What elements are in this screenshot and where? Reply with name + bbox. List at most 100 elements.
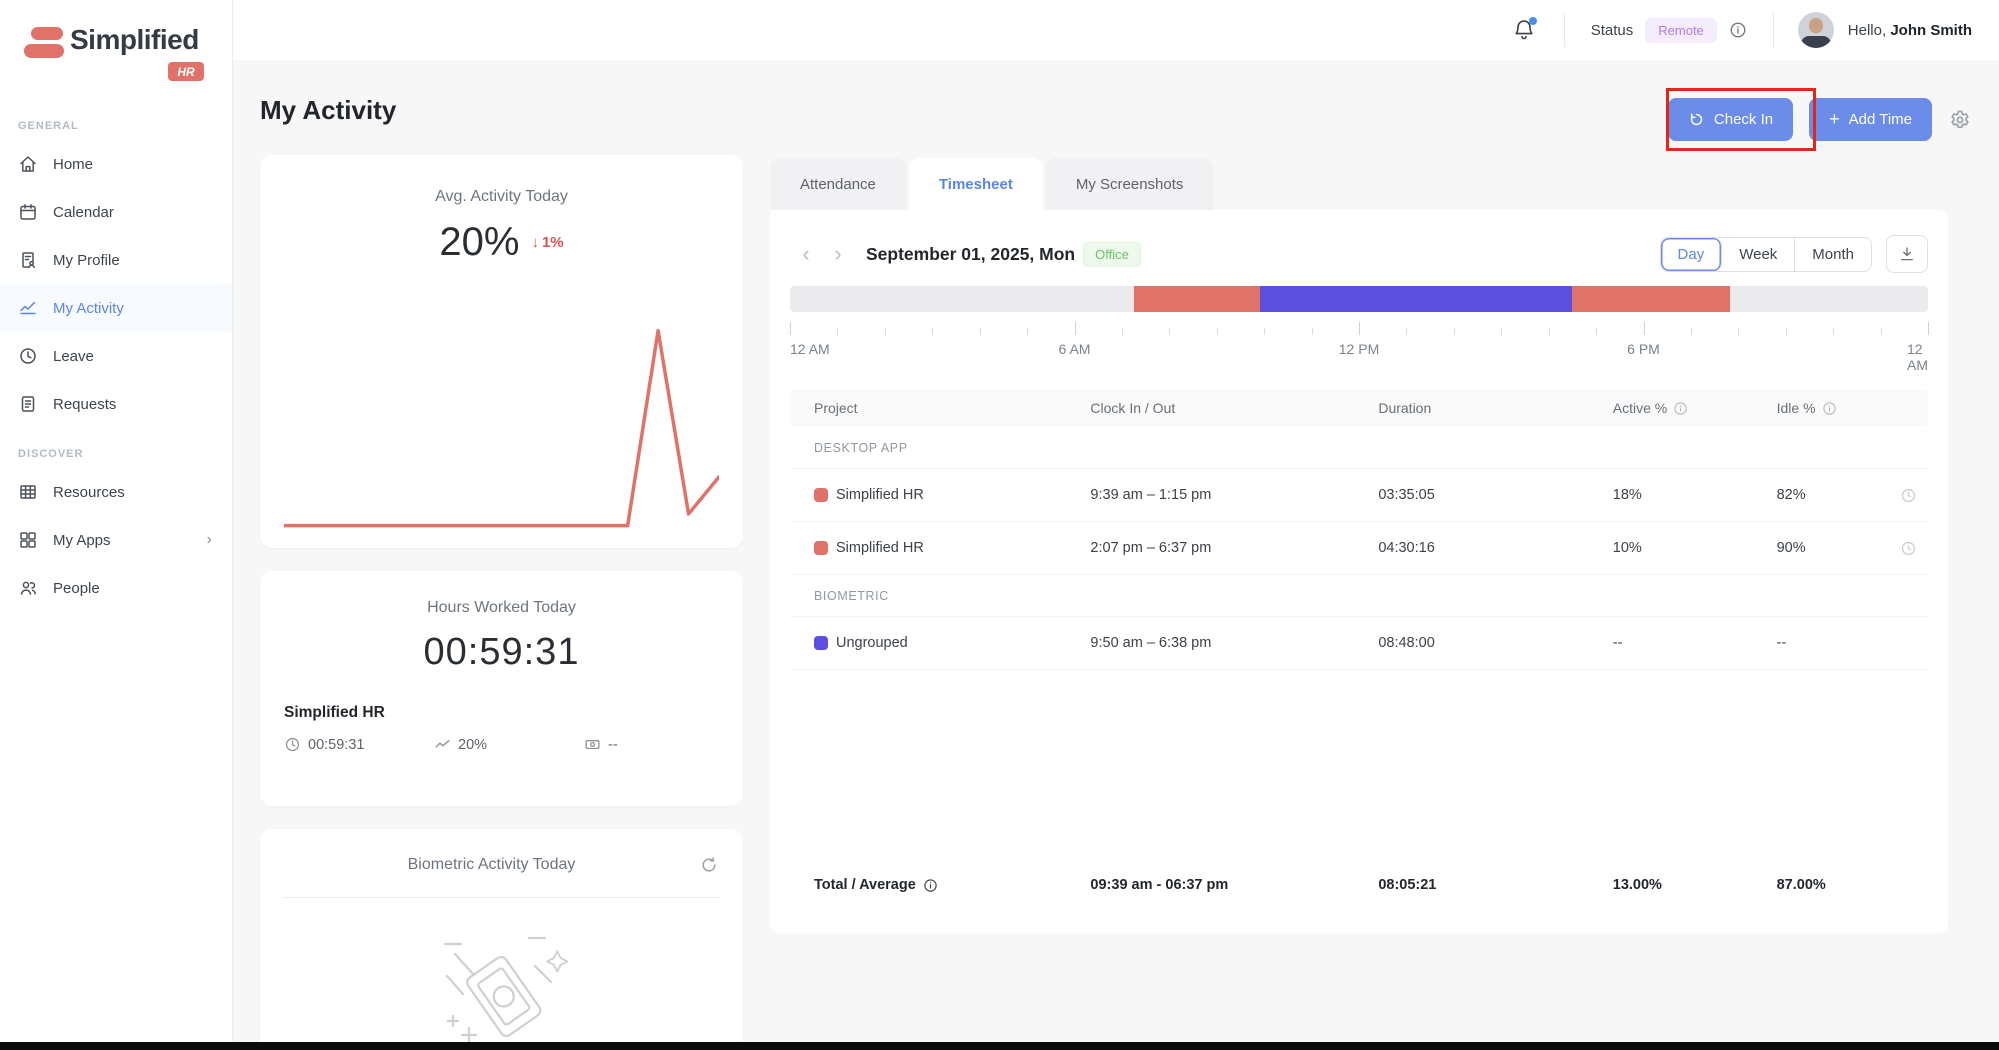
sidebar-item-my-apps[interactable]: My Apps › [0,516,232,564]
office-badge: Office [1083,242,1141,267]
trend-icon [434,736,451,753]
sidebar-item-label: People [53,580,100,597]
clock-icon[interactable] [1900,540,1917,557]
clock-icon [284,736,301,753]
timeline-label: 6 PM [1627,341,1660,357]
timesheet-panel: ‹ › September 01, 2025, Mon Office Day W… [770,210,1948,933]
next-day-button[interactable]: › [822,238,854,270]
activity-sparkline-chart [284,320,719,532]
activity-icon [18,298,38,318]
notifications-bell-icon[interactable] [1512,17,1538,43]
timeline-label: 12 AM [790,341,830,357]
hours-worked-value: 00:59:31 [260,631,743,674]
requests-icon [18,394,38,414]
table-row[interactable]: Ungrouped 9:50 am – 6:38 pm 08:48:00 -- … [790,617,1928,670]
view-week-button[interactable]: Week [1722,238,1795,271]
avg-activity-delta: ↓1% [531,234,563,251]
sidebar-item-requests[interactable]: Requests [0,380,232,428]
logo-pill-icon [24,44,64,58]
people-icon [18,578,38,598]
topbar: Status Remote Hello, John Smith [233,0,1999,60]
sidebar-item-label: My Profile [53,252,120,269]
sidebar-item-resources[interactable]: Resources [0,468,232,516]
sidebar-item-label: Requests [53,396,116,413]
profile-icon [18,250,38,270]
refresh-icon[interactable] [699,855,719,875]
table-row[interactable]: Simplified HR 9:39 am – 1:15 pm 03:35:05… [790,469,1928,522]
biometric-activity-card: Biometric Activity Today [260,829,743,1050]
timeline-track [790,286,1928,312]
brand-name: Simplified [70,24,199,56]
status-badge[interactable]: Remote [1645,18,1717,43]
col-project: Project [790,400,1090,416]
timeline-label: 12 AM [1907,341,1928,373]
date-label: September 01, 2025, Mon [866,244,1075,265]
clock-icon [18,346,38,366]
clock-icon[interactable] [1900,487,1917,504]
arrow-down-icon: ↓ [531,234,539,251]
view-day-button[interactable]: Day [1661,238,1723,271]
timeline-labels: 12 AM 6 AM 12 PM 6 PM 12 AM [790,341,1928,361]
info-icon[interactable] [1673,401,1688,416]
tab-my-screenshots[interactable]: My Screenshots [1046,158,1214,210]
tab-bar: Attendance Timesheet My Screenshots [770,158,1948,210]
project-swatch [814,541,828,555]
project-swatch [814,636,828,650]
gear-icon[interactable] [1948,108,1972,132]
avg-activity-title: Avg. Activity Today [260,155,743,206]
project-earnings-stat: -- [584,736,618,753]
add-time-button[interactable]: + Add Time [1809,98,1932,141]
timeline-label: 12 PM [1339,341,1379,357]
sidebar-item-label: Resources [53,484,125,501]
table-header: Project Clock In / Out Duration Active %… [790,389,1928,427]
sidebar-section-discover: DISCOVER [18,448,232,460]
sidebar-item-home[interactable]: Home [0,140,232,188]
view-month-button[interactable]: Month [1795,238,1871,271]
sidebar: Simplified HR GENERAL Home Calendar My P… [0,0,233,1050]
info-icon[interactable] [1822,401,1837,416]
tab-attendance[interactable]: Attendance [770,158,906,210]
avg-activity-value: 20% [439,220,519,265]
divider [282,897,721,898]
app-window: Simplified HR GENERAL Home Calendar My P… [0,0,1999,1050]
greeting-text: Hello, John Smith [1848,22,1972,39]
view-switcher: Day Week Month [1660,237,1872,272]
page-title: My Activity [260,95,396,126]
project-swatch [814,488,828,502]
info-icon[interactable] [923,878,938,893]
hours-worked-card: Hours Worked Today 00:59:31 Simplified H… [260,571,743,806]
sidebar-item-label: Calendar [53,204,114,221]
prev-day-button[interactable]: ‹ [790,238,822,270]
home-icon [18,154,38,174]
table-footer: Total / Average 09:39 am - 06:37 pm 08:0… [790,863,1928,907]
check-in-button[interactable]: Check In [1668,98,1793,141]
apps-icon [18,530,38,550]
sidebar-item-my-activity[interactable]: My Activity [0,284,232,332]
sidebar-item-leave[interactable]: Leave [0,332,232,380]
chevron-right-icon: › [207,531,212,549]
user-menu[interactable]: Hello, John Smith [1774,12,1972,48]
project-name: Simplified HR [284,704,743,722]
hours-worked-title: Hours Worked Today [260,571,743,617]
tab-timesheet[interactable]: Timesheet [909,158,1043,210]
avg-activity-card: Avg. Activity Today 20% ↓1% [260,155,743,548]
table-row[interactable]: Simplified HR 2:07 pm – 6:37 pm 04:30:16… [790,522,1928,575]
sidebar-item-calendar[interactable]: Calendar [0,188,232,236]
sidebar-item-people[interactable]: People [0,564,232,612]
sidebar-item-label: Leave [53,348,94,365]
brand-hr-badge: HR [168,62,204,81]
download-button[interactable] [1886,235,1928,273]
info-icon[interactable] [1729,21,1747,39]
timeline-ticks [790,321,1928,335]
logo-pill-icon [31,27,63,40]
plus-icon: + [1829,109,1840,130]
section-biometric: BIOMETRIC [790,575,1928,617]
project-time-stat: 00:59:31 [284,736,434,753]
section-desktop-app: DESKTOP APP [790,427,1928,469]
download-icon [1898,245,1916,263]
screenshot-bottom-bar [0,1042,1999,1050]
sidebar-item-label: Home [53,156,93,173]
sidebar-item-label: My Activity [53,300,124,317]
sidebar-item-my-profile[interactable]: My Profile [0,236,232,284]
col-active: Active % [1613,400,1667,416]
